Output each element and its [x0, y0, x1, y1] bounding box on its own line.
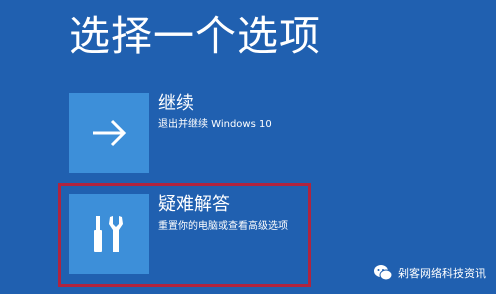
- troubleshoot-description: 重置你的电脑或查看高级选项: [158, 221, 288, 232]
- tools-icon: [94, 216, 123, 252]
- watermark-text: 剁客网络科技资讯: [398, 267, 486, 280]
- wechat-logo-icon: [374, 265, 393, 281]
- continue-tile[interactable]: [69, 93, 149, 173]
- continue-description: 退出并继续 Windows 10: [158, 119, 272, 130]
- recovery-screen: 选择一个选项 继续 退出并继续 Windows 10 疑难解答 重置你的电脑或查…: [0, 0, 496, 294]
- continue-title: 继续: [158, 93, 194, 114]
- troubleshoot-tile[interactable]: [69, 194, 149, 274]
- page-title: 选择一个选项: [69, 12, 321, 60]
- continue-option[interactable]: 继续 退出并继续 Windows 10: [69, 93, 449, 175]
- arrow-right-icon: [93, 119, 127, 147]
- watermark: 剁客网络科技资讯: [373, 262, 486, 284]
- troubleshoot-title: 疑难解答: [158, 194, 230, 215]
